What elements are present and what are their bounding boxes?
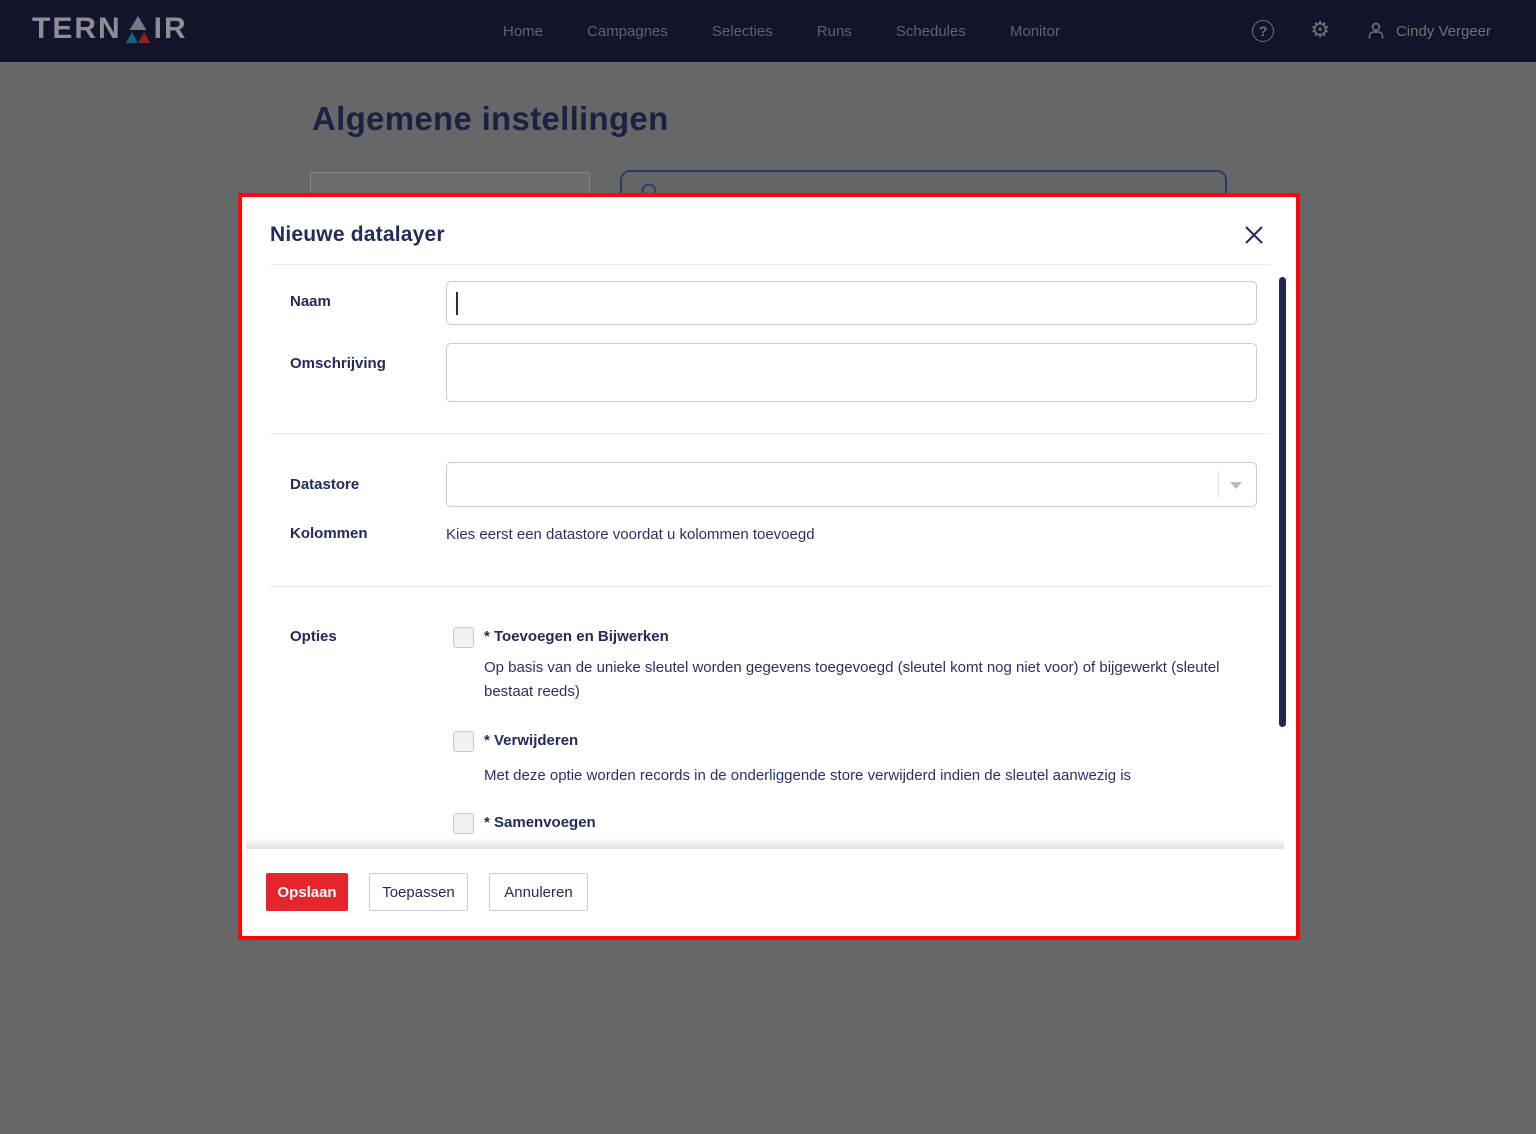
kolommen-label: Kolommen xyxy=(290,525,368,542)
user-menu[interactable]: Cindy Vergeer xyxy=(1366,21,1491,41)
modal-scrollbar[interactable] xyxy=(1279,277,1286,727)
section-divider xyxy=(270,433,1270,434)
datastore-label: Datastore xyxy=(290,476,360,493)
option-description: Op basis van de unieke sleutel worden ge… xyxy=(484,659,1220,700)
nav-item-schedules[interactable]: Schedules xyxy=(896,23,966,40)
datastore-select[interactable] xyxy=(446,462,1257,507)
main-nav: Home Campagnes Selecties Runs Schedules … xyxy=(503,0,1060,62)
close-icon[interactable] xyxy=(1244,225,1264,245)
checkbox-toevoegen-bijwerken[interactable] xyxy=(453,627,474,648)
opties-label: Opties xyxy=(290,628,337,645)
select-separator xyxy=(1218,471,1219,499)
nieuwe-datalayer-modal: Nieuwe datalayer Naam Omschrijving Datas… xyxy=(238,193,1300,940)
naam-input[interactable] xyxy=(446,281,1257,325)
text-cursor xyxy=(456,292,458,315)
nav-item-home[interactable]: Home xyxy=(503,23,543,40)
title-divider xyxy=(270,264,1270,265)
kolommen-hint: Kies eerst een datastore voordat u kolom… xyxy=(446,526,815,543)
top-navigation-bar: TERN IR Home Campagnes Selecties Runs Sc… xyxy=(0,0,1536,62)
omschrijving-textarea[interactable] xyxy=(446,343,1257,402)
nav-item-monitor[interactable]: Monitor xyxy=(1010,23,1060,40)
logo-triangle-icon xyxy=(125,15,150,44)
logo-text-left: TERN xyxy=(32,12,122,45)
nav-item-selecties[interactable]: Selecties xyxy=(712,23,773,40)
apply-button[interactable]: Toepassen xyxy=(369,873,468,911)
option-label: * Samenvoegen xyxy=(484,814,596,831)
save-button[interactable]: Opslaan xyxy=(266,873,348,911)
option-description: Met deze optie worden records in de onde… xyxy=(484,767,1132,784)
omschrijving-label: Omschrijving xyxy=(290,355,386,372)
nav-right-section: ? ⚙ Cindy Vergeer xyxy=(1252,0,1491,62)
nav-item-runs[interactable]: Runs xyxy=(817,23,852,40)
checkbox-samenvoegen[interactable] xyxy=(453,813,474,834)
option-label: * Toevoegen en Bijwerken xyxy=(484,628,669,645)
user-name: Cindy Vergeer xyxy=(1395,22,1491,40)
nav-item-campagnes[interactable]: Campagnes xyxy=(587,23,668,40)
logo-text-right: IR xyxy=(153,12,188,45)
section-divider xyxy=(270,586,1270,587)
checkbox-verwijderen[interactable] xyxy=(453,731,474,752)
page-title: Algemene instellingen xyxy=(312,100,669,137)
naam-label: Naam xyxy=(290,293,331,310)
ternair-logo[interactable]: TERN IR xyxy=(32,12,188,46)
chevron-down-icon xyxy=(1230,482,1242,489)
settings-gear-icon[interactable]: ⚙ xyxy=(1310,20,1330,42)
modal-footer: Opslaan Toepassen Annuleren xyxy=(242,849,1296,936)
cancel-button[interactable]: Annuleren xyxy=(489,873,588,911)
option-label: * Verwijderen xyxy=(484,732,579,749)
modal-title: Nieuwe datalayer xyxy=(270,223,445,246)
scroll-fade xyxy=(246,838,1284,849)
user-icon xyxy=(1368,22,1384,39)
help-icon[interactable]: ? xyxy=(1252,20,1275,42)
